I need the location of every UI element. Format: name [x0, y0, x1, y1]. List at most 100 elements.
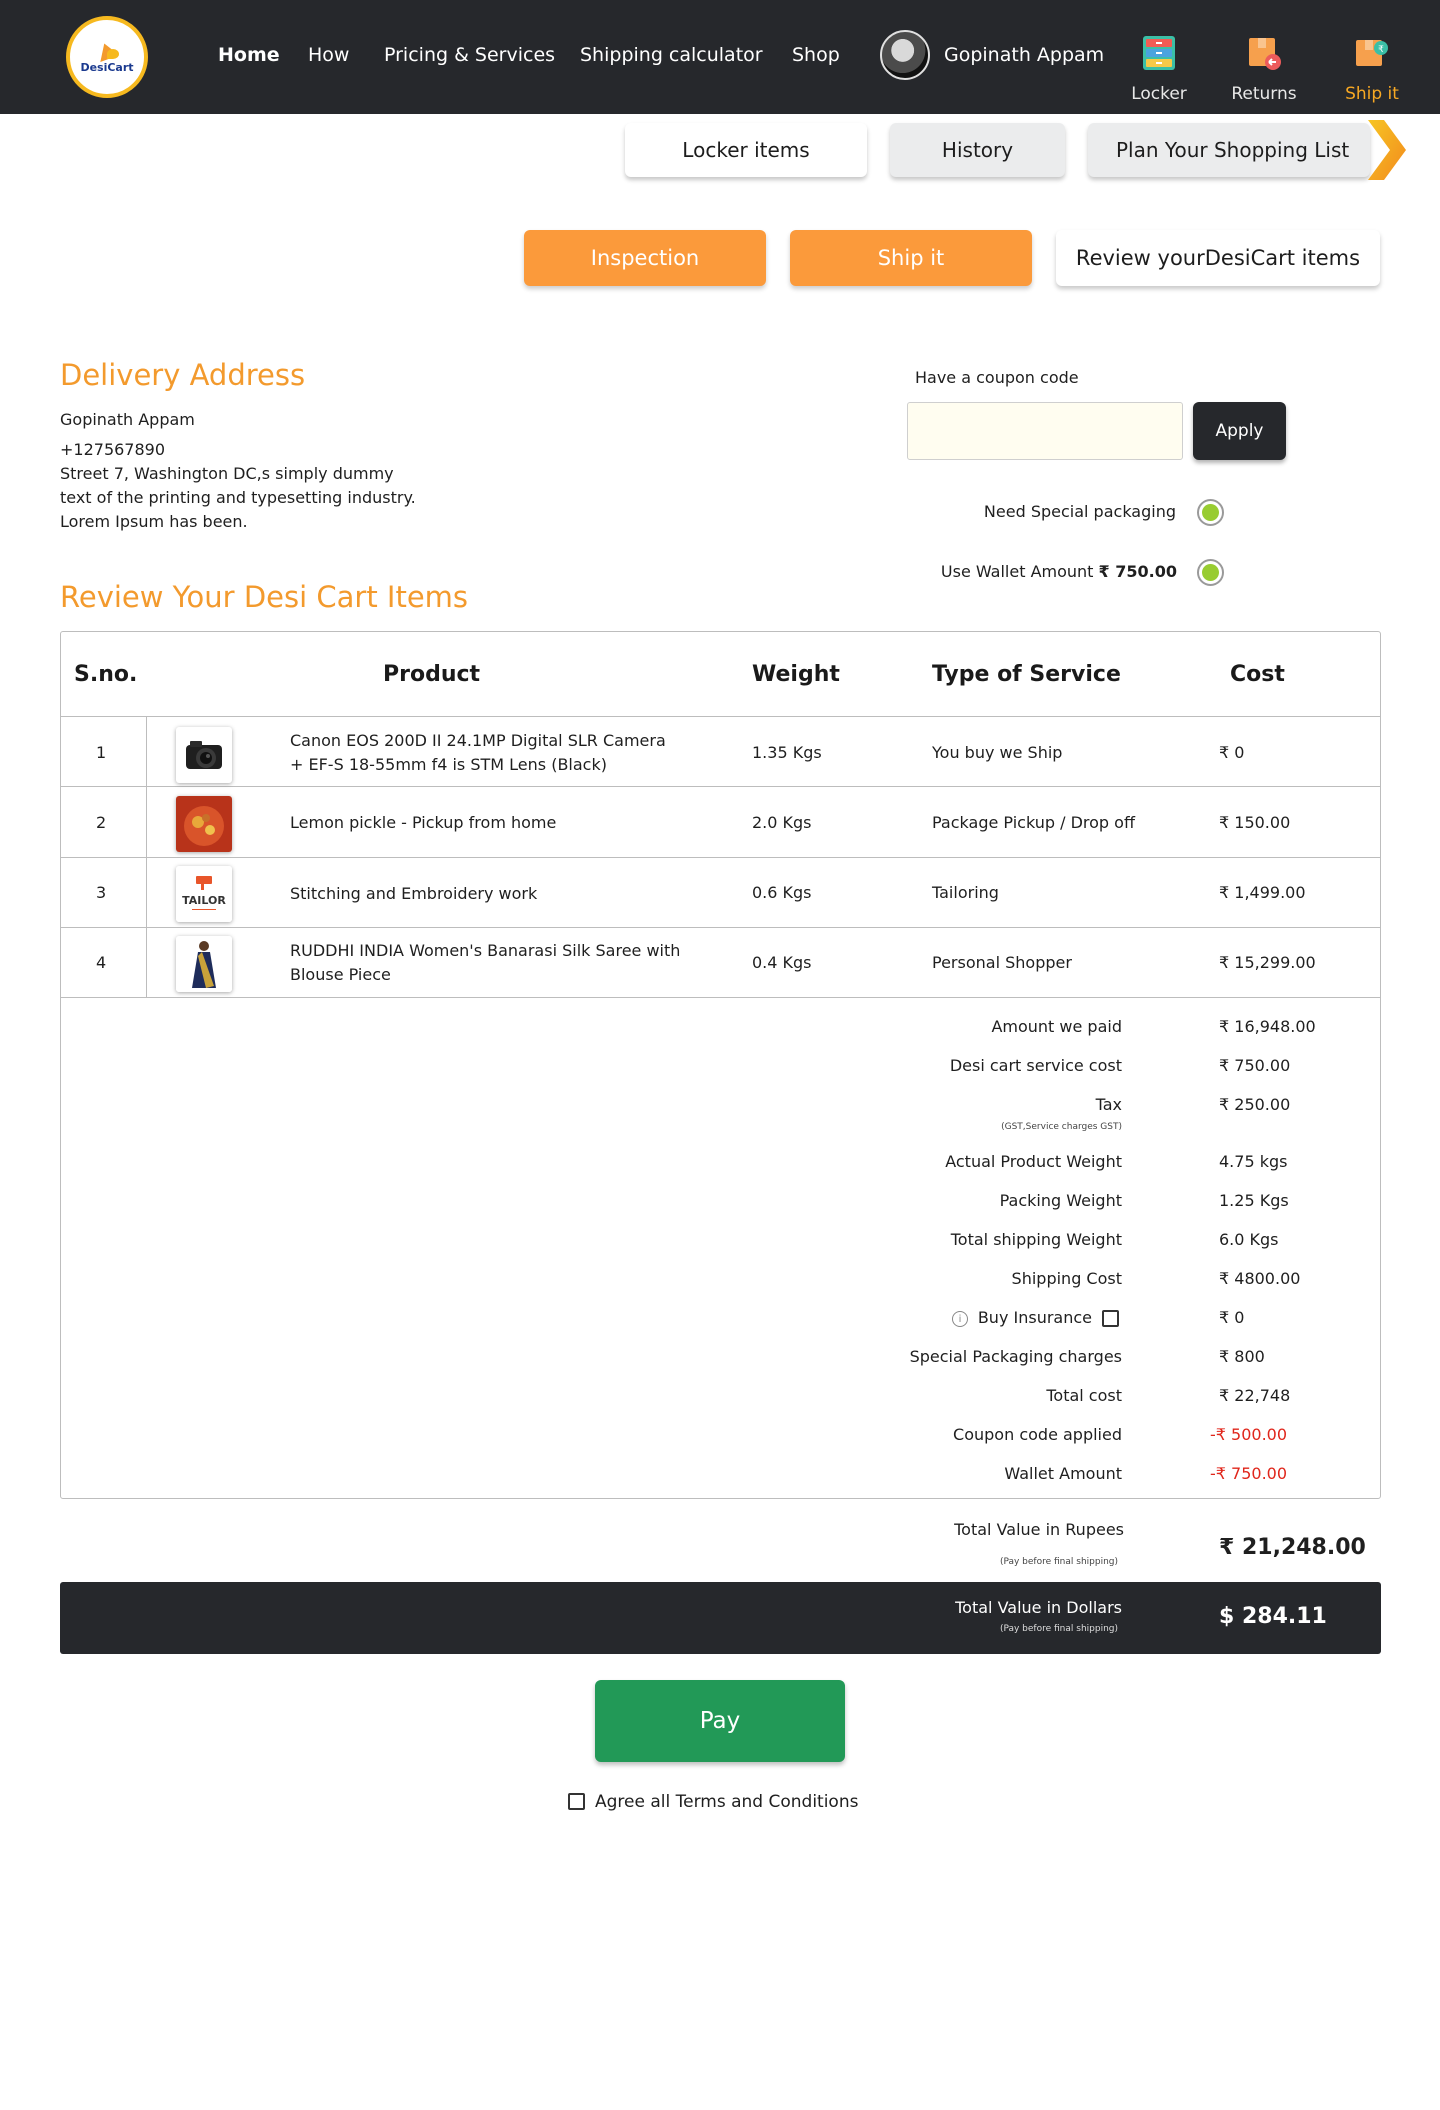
row-4-product-line-1: RUDDHI INDIA Women's Banarasi Silk Saree… — [290, 941, 681, 960]
total-rupees-note: (Pay before final shipping) — [999, 1557, 1118, 1567]
tax-label: Tax — [1095, 1095, 1122, 1114]
row-3-product: Stitching and Embroidery work — [290, 884, 538, 903]
row-2-product: Lemon pickle - Pickup from home — [290, 813, 557, 832]
total-cost-value: ₹ 22,748 — [1219, 1386, 1291, 1405]
pickle-product-image[interactable] — [176, 796, 232, 852]
special-packaging-label: Need Special packaging — [983, 502, 1176, 521]
total-dollars-note: (Pay before final shipping) — [999, 1624, 1118, 1634]
address-line-1: Street 7, Washington DC,s simply dummy — [60, 464, 394, 483]
coupon-input[interactable] — [907, 402, 1183, 460]
special-packaging-charges-value: ₹ 800 — [1219, 1347, 1265, 1366]
ship-it-label[interactable]: Ship it — [1322, 84, 1422, 104]
insurance-value: ₹ 0 — [1219, 1308, 1245, 1327]
total-cost-label: Total cost — [1046, 1386, 1122, 1405]
row-2-cost: ₹ 150.00 — [1219, 813, 1291, 832]
tax-value: ₹ 250.00 — [1219, 1095, 1291, 1114]
review-items-button[interactable]: Review yourDesiCart items — [1056, 230, 1380, 286]
special-packaging-toggle[interactable] — [1197, 499, 1224, 526]
user-profile[interactable]: Gopinath Appam — [880, 30, 1104, 80]
ship-it-button[interactable]: Ship it — [790, 230, 1032, 286]
actual-weight-value: 4.75 kgs — [1219, 1152, 1288, 1171]
shipping-cost-label: Shipping Cost — [1011, 1269, 1122, 1288]
service-cost-value: ₹ 750.00 — [1219, 1056, 1291, 1075]
address-line-3: Lorem Ipsum has been. — [60, 512, 248, 531]
row-divider — [61, 927, 1380, 928]
total-rupees-label: Total Value in Rupees — [954, 1520, 1124, 1539]
row-2-service: Package Pickup / Drop off — [932, 813, 1135, 832]
tailor-product-image[interactable]: TAILOR — [176, 866, 232, 922]
returns-label[interactable]: Returns — [1214, 84, 1314, 104]
row-2-sno: 2 — [96, 813, 107, 832]
amount-paid-label: Amount we paid — [991, 1017, 1122, 1036]
wallet-amount: ₹ 750.00 — [1098, 562, 1177, 581]
row-1-sno: 1 — [96, 743, 107, 762]
coupon-applied-value: -₹ 500.00 — [1210, 1425, 1288, 1444]
shipping-cost-value: ₹ 4800.00 — [1219, 1269, 1301, 1288]
bird-logo-icon — [93, 41, 121, 63]
column-header-service: Type of Service — [932, 662, 1121, 687]
terms-label: Agree all Terms and Conditions — [595, 1792, 859, 1812]
amount-paid-value: ₹ 16,948.00 — [1219, 1017, 1316, 1036]
row-4-weight: 0.4 Kgs — [752, 953, 812, 972]
column-header-cost: Cost — [1230, 662, 1285, 687]
locker-icon[interactable] — [1141, 34, 1177, 72]
row-4-cost: ₹ 15,299.00 — [1219, 953, 1316, 972]
nav-home[interactable]: Home — [218, 44, 280, 66]
address-name: Gopinath Appam — [60, 410, 195, 429]
avatar — [880, 30, 930, 80]
nav-shop[interactable]: Shop — [792, 44, 840, 66]
total-dollars-label: Total Value in Dollars — [955, 1598, 1122, 1617]
pay-button[interactable]: Pay — [595, 1680, 845, 1762]
special-packaging-charges-label: Special Packaging charges — [909, 1347, 1122, 1366]
column-header-product: Product — [383, 662, 481, 687]
tax-note: (GST,Service charges GST) — [1001, 1122, 1122, 1132]
wallet-label-text: Use Wallet Amount — [940, 562, 1094, 581]
delivery-address-title: Delivery Address — [60, 358, 306, 392]
row-4-service: Personal Shopper — [932, 953, 1072, 972]
saree-product-image[interactable] — [176, 936, 232, 992]
nav-shipping-calculator[interactable]: Shipping calculator — [580, 44, 763, 66]
nav-how[interactable]: How — [308, 44, 349, 66]
coupon-applied-label: Coupon code applied — [953, 1425, 1122, 1444]
packing-weight-value: 1.25 Kgs — [1219, 1191, 1289, 1210]
insurance-checkbox[interactable] — [1102, 1310, 1119, 1327]
returns-icon[interactable] — [1246, 34, 1282, 72]
inspection-button[interactable]: Inspection — [524, 230, 766, 286]
wallet-amount-label: Wallet Amount — [1004, 1464, 1122, 1483]
column-header-sno: S.no. — [74, 662, 138, 687]
tab-history[interactable]: History — [890, 123, 1065, 177]
tab-locker-items[interactable]: Locker items — [625, 123, 867, 177]
apply-coupon-button[interactable]: Apply — [1193, 402, 1286, 460]
tailor-logo-text: TAILOR — [182, 894, 226, 907]
column-divider — [146, 717, 147, 997]
row-3-sno: 3 — [96, 883, 107, 902]
desicart-logo[interactable]: DesiCart — [66, 16, 148, 98]
user-name: Gopinath Appam — [944, 44, 1105, 66]
locker-label[interactable]: Locker — [1109, 84, 1209, 104]
ship-it-icon[interactable]: ₹ — [1353, 34, 1389, 72]
row-divider — [61, 997, 1380, 998]
row-2-weight: 2.0 Kgs — [752, 813, 812, 832]
row-1-service: You buy we Ship — [932, 743, 1063, 762]
top-navigation-bar: DesiCart Home How Pricing & Services Shi… — [0, 0, 1440, 114]
arrow-right-icon — [1368, 120, 1406, 180]
camera-product-image[interactable] — [176, 727, 232, 783]
row-1-product-line-2: + EF-S 18-55mm f4 is STM Lens (Black) — [290, 755, 607, 774]
total-rupees-value: ₹ 21,248.00 — [1219, 1535, 1366, 1560]
nav-pricing-services[interactable]: Pricing & Services — [384, 44, 555, 66]
row-1-cost: ₹ 0 — [1219, 743, 1245, 762]
use-wallet-toggle[interactable] — [1197, 559, 1224, 586]
row-divider — [61, 716, 1380, 717]
row-divider — [61, 786, 1380, 787]
row-3-cost: ₹ 1,499.00 — [1219, 883, 1306, 902]
actual-weight-label: Actual Product Weight — [945, 1152, 1122, 1171]
wallet-label: Use Wallet Amount ₹ 750.00 — [941, 562, 1177, 581]
terms-checkbox[interactable] — [568, 1793, 585, 1810]
row-4-sno: 4 — [96, 953, 107, 972]
info-icon[interactable]: i — [952, 1311, 968, 1327]
row-4-product-line-2: Blouse Piece — [290, 965, 391, 984]
svg-text:₹: ₹ — [1378, 45, 1384, 55]
total-weight-label: Total shipping Weight — [950, 1230, 1122, 1249]
total-dollars-value: $ 284.11 — [1219, 1604, 1327, 1629]
tab-plan-shopping-list[interactable]: Plan Your Shopping List — [1088, 123, 1370, 177]
